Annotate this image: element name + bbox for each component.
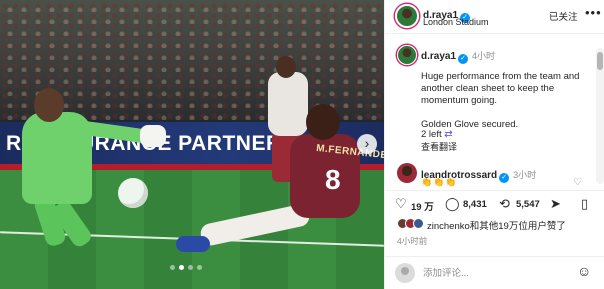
location-link[interactable]: London Stadium — [423, 17, 489, 27]
avatar[interactable] — [395, 4, 419, 28]
left-link[interactable]: 2 left ⇄ — [421, 129, 453, 140]
liked-by-avatars[interactable] — [397, 218, 424, 229]
goalkeeper-head — [34, 88, 64, 122]
scrollbar-thumb[interactable] — [597, 52, 603, 70]
carousel-next-button[interactable]: › — [357, 134, 377, 154]
comment-bubble-icon[interactable]: ◯ — [445, 196, 460, 212]
comment-count: 8,431 — [463, 199, 487, 210]
avatar — [395, 263, 415, 283]
football — [118, 178, 148, 208]
avatar[interactable] — [397, 163, 417, 183]
caption-time[interactable]: 4小时 — [472, 51, 495, 61]
striker-head — [306, 104, 340, 140]
left-link-label: 2 left — [421, 129, 442, 140]
add-comment-bar: ☺ — [385, 256, 604, 289]
background-player — [268, 72, 308, 136]
comment-input[interactable] — [423, 266, 563, 280]
send-share-icon[interactable]: ➤ — [550, 196, 561, 212]
carousel-dot — [170, 265, 175, 270]
post-timestamp[interactable]: 4小时前 — [397, 235, 427, 247]
save-bookmark-icon[interactable]: ▯ — [581, 196, 588, 212]
shuffle-icon: ⇄ — [444, 129, 453, 140]
carousel-dots — [170, 265, 202, 270]
post-photo[interactable]: RE INSURANCE PARTNER M.FERNANDES 8 › — [0, 0, 384, 289]
avatar[interactable] — [397, 45, 417, 65]
shirt-number: 8 — [325, 164, 341, 195]
share-count: 5,547 — [516, 199, 540, 210]
carousel-dot — [188, 265, 193, 270]
comment-like-icon[interactable]: ♡ — [573, 177, 582, 188]
striker-boot — [176, 236, 210, 252]
like-heart-icon[interactable]: ♡ — [395, 196, 407, 212]
post-header: d.raya1 ✓ London Stadium 已关注 ••• — [385, 0, 604, 34]
see-translation-link[interactable]: 查看翻译 — [421, 140, 457, 153]
like-count[interactable]: 19 万 — [411, 199, 434, 213]
liker-avatar — [413, 218, 424, 229]
caption-paragraph: Huge performance from the team and anoth… — [421, 71, 580, 106]
following-button[interactable]: 已关注 — [549, 9, 578, 23]
liked-by-text[interactable]: zinchenko和其他19万位用户赞了 — [427, 218, 566, 232]
comments-section: d.raya1 ✓ 4小时 Huge performance from the te… — [385, 35, 597, 191]
caption-header: d.raya1 ✓ 4小时 — [421, 46, 495, 64]
carousel-dot — [179, 265, 184, 270]
caption-username[interactable]: d.raya1 — [421, 51, 456, 62]
goalkeeper-glove — [140, 125, 166, 147]
emoji-icon[interactable]: ☺ — [577, 263, 591, 279]
caption-text: Huge performance from the team and anoth… — [421, 71, 593, 131]
verified-icon: ✓ — [499, 173, 510, 183]
comment-text: 👏👏👏 — [421, 177, 458, 187]
repost-icon[interactable]: ⟲ — [499, 196, 510, 212]
more-options-icon[interactable]: ••• — [585, 5, 602, 20]
post-side-panel: d.raya1 ✓ London Stadium 已关注 ••• d.raya1 ✓… — [384, 0, 604, 289]
comment-time[interactable]: 3小时 — [513, 170, 536, 180]
verified-icon: ✓ — [458, 54, 469, 64]
background-player-head — [276, 56, 296, 78]
carousel-dot — [197, 265, 202, 270]
comments-scrollbar[interactable] — [596, 48, 604, 184]
